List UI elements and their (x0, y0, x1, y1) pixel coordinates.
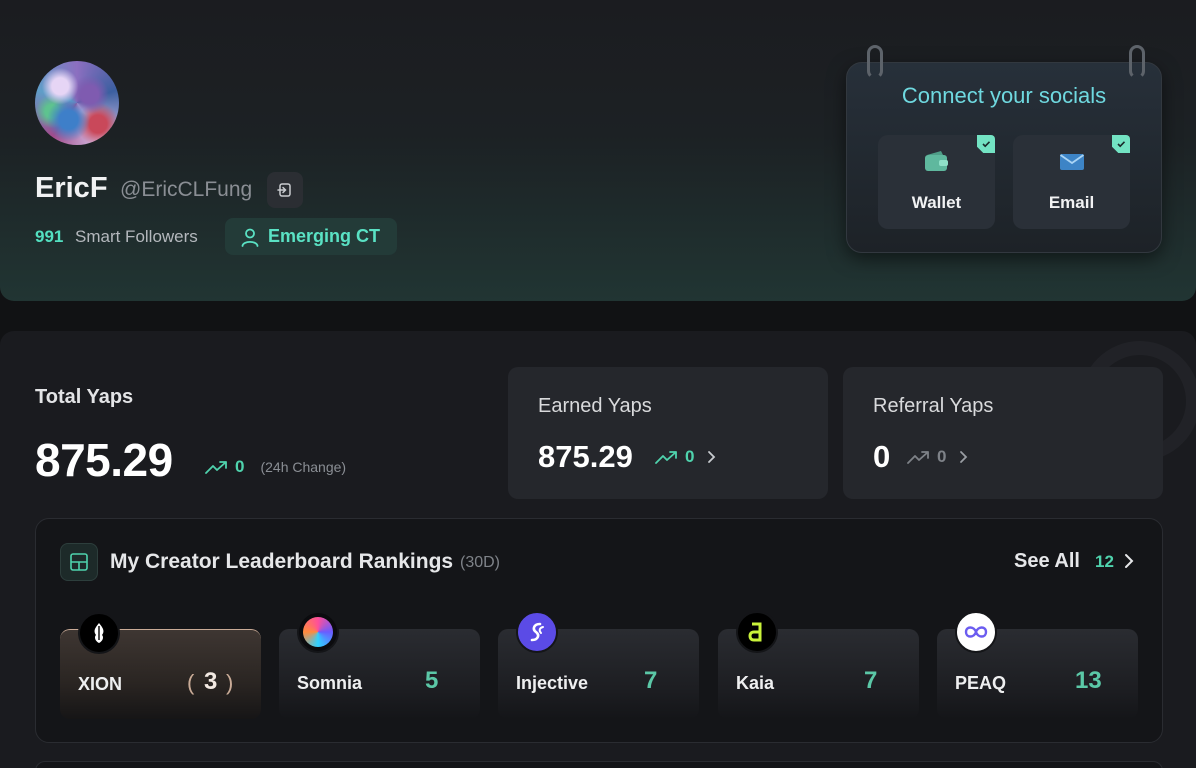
logout-icon (277, 183, 291, 197)
email-label: Email (1048, 193, 1095, 212)
binder-ring (1129, 45, 1145, 79)
connect-socials-card: Connect your socials Wallet Email (846, 45, 1162, 253)
user-icon (241, 228, 259, 247)
somnia-logo-icon (297, 611, 339, 653)
email-icon (1059, 154, 1084, 170)
socials-title: Connect your socials (901, 83, 1107, 108)
earned-yaps-change: 0 (655, 447, 718, 467)
leaderboard-title: My Creator Leaderboard Rankings (110, 550, 454, 573)
xion-logo-icon (78, 612, 120, 654)
layout-icon (60, 543, 98, 581)
chevron-right-icon (960, 451, 968, 463)
avatar[interactable] (35, 61, 119, 145)
rank-card-xion[interactable]: XION ( 3 ) (60, 612, 261, 719)
smart-followers-label: Smart Followers (75, 227, 198, 246)
smart-followers-count: 991 (35, 227, 64, 246)
referral-yaps-card[interactable]: Referral Yaps 0 0 (843, 367, 1163, 499)
check-icon (977, 135, 995, 153)
referral-yaps-change: 0 (907, 447, 970, 467)
trend-up-icon (205, 461, 227, 474)
rank-name: PEAQ (955, 673, 1007, 693)
rank-name: Kaia (736, 673, 775, 693)
leaderboard-period: (30D) (460, 554, 501, 571)
rank-number: 13 (1075, 667, 1102, 694)
yaps-panel: Total Yaps 875.29 0 (24h Change) Earned … (0, 331, 1196, 768)
wallet-icon (924, 151, 948, 171)
next-section-edge (35, 761, 1163, 768)
trend-up-icon (907, 451, 929, 464)
laurel-right-icon: ) (226, 670, 234, 695)
referral-yaps-value: 0 (873, 439, 891, 474)
rank-name: XION (78, 674, 123, 694)
wallet-tile[interactable]: Wallet (878, 135, 995, 229)
profile-handle: @EricCLFung (120, 178, 253, 201)
wallet-label: Wallet (911, 193, 962, 212)
trend-up-icon (655, 451, 677, 464)
earned-change-value: 0 (685, 447, 695, 466)
referral-change-value: 0 (937, 447, 947, 466)
see-all-count: 12 (1095, 552, 1114, 571)
rank-number: 7 (644, 667, 658, 694)
earned-yaps-label: Earned Yaps (538, 395, 652, 417)
earned-yaps-value: 875.29 (538, 439, 633, 474)
laurel-left-icon: ( (187, 670, 195, 695)
rank-name: Somnia (297, 673, 363, 693)
total-yaps-label: Total Yaps (35, 386, 134, 408)
profile-header: EricF @EricCLFung 991 Smart Followers Em… (0, 0, 1196, 301)
peaq-logo-icon (955, 611, 997, 653)
rank-card-injective[interactable]: Injective 7 (498, 611, 699, 719)
see-all-link[interactable]: See All (1014, 550, 1080, 573)
referral-yaps-label: Referral Yaps (873, 395, 994, 417)
rank-number: 5 (425, 667, 439, 694)
rank-number: 7 (864, 667, 878, 694)
rank-card-somnia[interactable]: Somnia 5 (279, 611, 480, 719)
binder-ring (867, 45, 883, 79)
kaia-logo-icon (736, 611, 778, 653)
total-yaps-change: 0 (24h Change) (205, 457, 346, 477)
creator-leaderboard: My Creator Leaderboard Rankings (30D) Se… (35, 518, 1163, 743)
badge-label: Emerging CT (268, 226, 381, 246)
emerging-ct-badge[interactable]: Emerging CT (225, 218, 397, 255)
email-tile[interactable]: Email (1013, 135, 1130, 229)
change-note: (24h Change) (260, 459, 347, 475)
check-icon (1112, 135, 1130, 153)
rank-card-kaia[interactable]: Kaia 7 (718, 611, 919, 719)
chevron-right-icon[interactable] (1123, 553, 1135, 569)
chevron-right-icon (708, 451, 716, 463)
total-yaps-value: 875.29 (35, 434, 173, 486)
rank-number: 3 (204, 668, 218, 695)
total-change-value: 0 (235, 457, 245, 476)
logout-button[interactable] (267, 172, 303, 208)
injective-logo-icon (516, 611, 558, 653)
rank-card-peaq[interactable]: PEAQ 13 (937, 611, 1138, 719)
rank-name: Injective (516, 673, 589, 693)
earned-yaps-card[interactable]: Earned Yaps 875.29 0 (508, 367, 828, 499)
profile-name: EricF (35, 172, 108, 204)
